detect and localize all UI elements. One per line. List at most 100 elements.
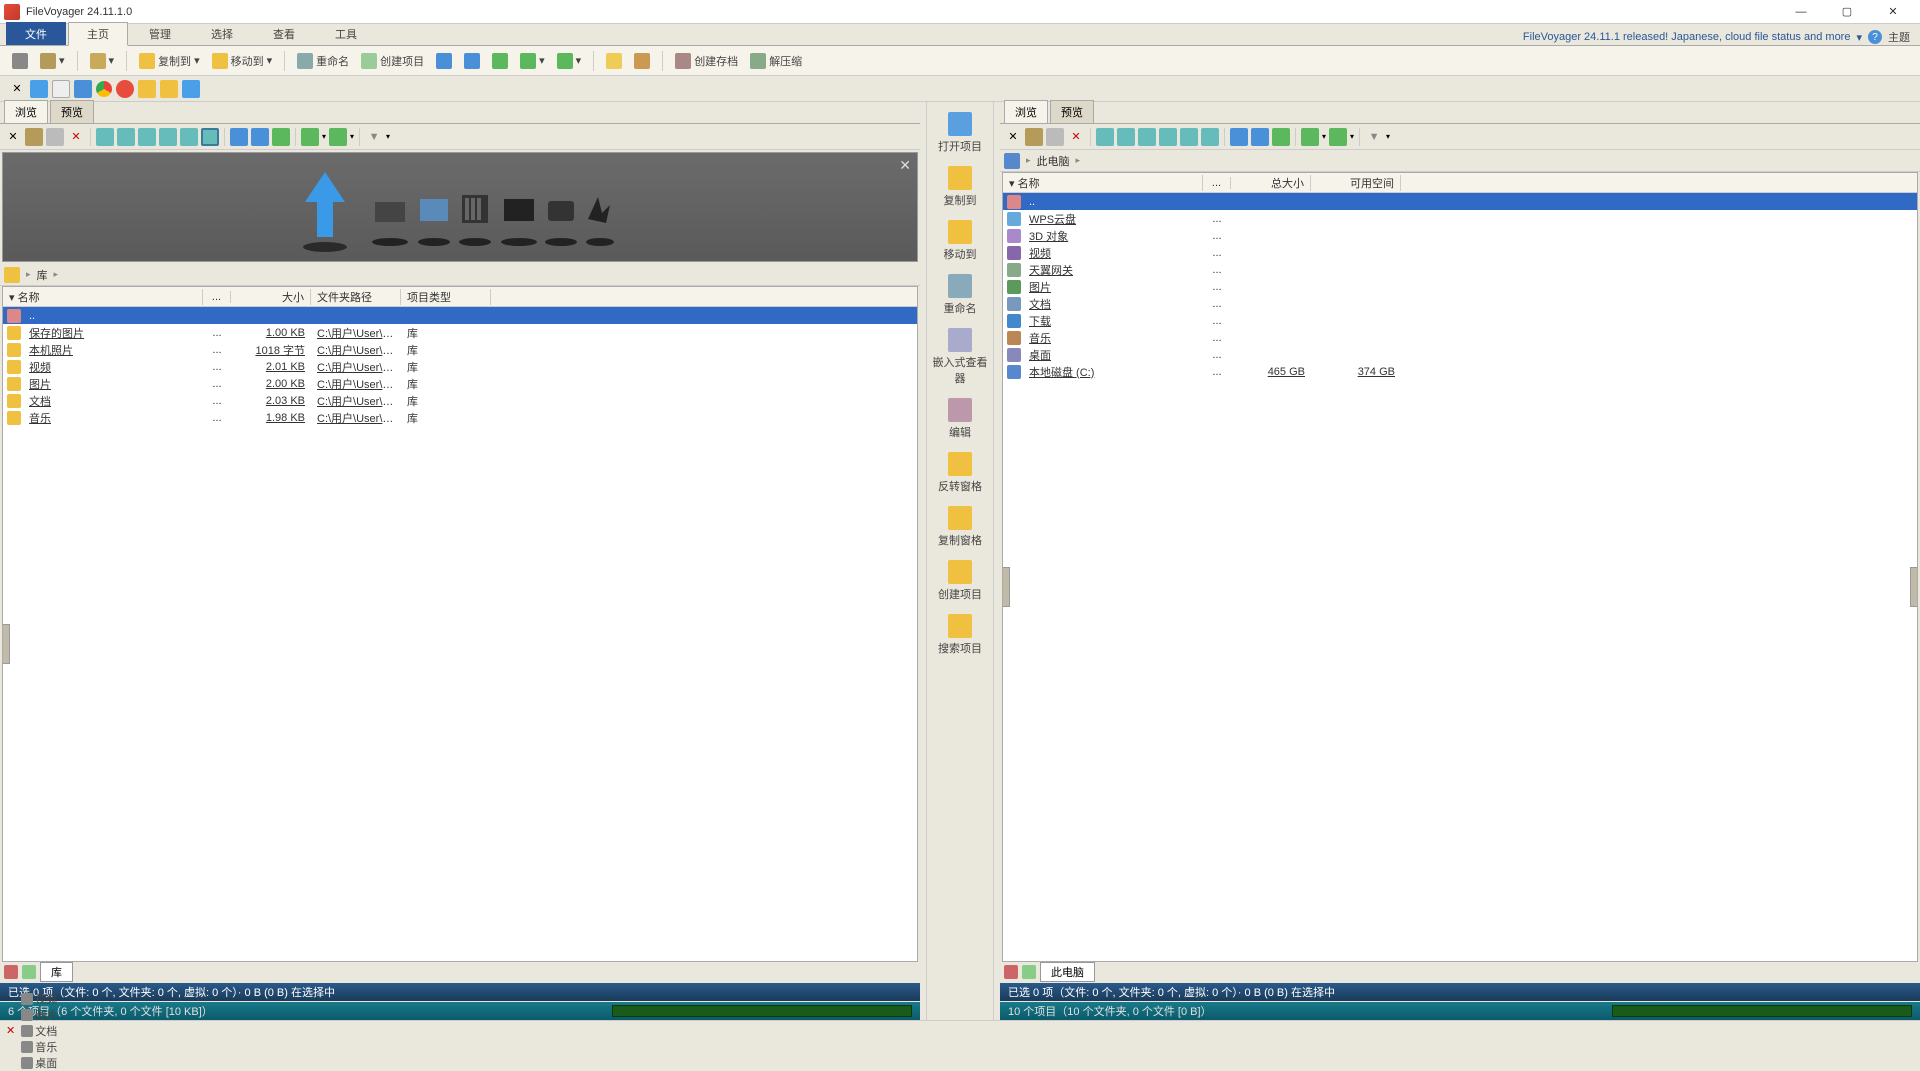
quick-chrome-icon[interactable] — [96, 81, 112, 97]
right-tab-preview[interactable]: 预览 — [1050, 100, 1094, 123]
copy-to-button[interactable]: 复制到▾ — [135, 51, 204, 71]
center-invert-panes[interactable]: 反转窗格 — [930, 448, 990, 498]
table-row[interactable]: 文档...2.03 KBC:\用户\User\Ap...库 — [3, 392, 917, 409]
table-row[interactable]: 本地磁盘 (C:)...465 GB374 GB — [1003, 363, 1917, 380]
quick-doc-icon[interactable] — [52, 80, 70, 98]
cut-button[interactable] — [8, 51, 32, 71]
quicklink[interactable]: 文档 — [21, 1023, 57, 1039]
left-location-tab[interactable]: 库 — [40, 962, 73, 982]
lt-filter-icon[interactable]: ▼ — [365, 128, 383, 146]
lt-view6-icon[interactable] — [201, 128, 219, 146]
table-row[interactable]: 天翼网关... — [1003, 261, 1917, 278]
tab-manage[interactable]: 管理 — [130, 22, 190, 45]
tab-file[interactable]: 文件 — [6, 22, 66, 45]
table-row[interactable]: 文档... — [1003, 295, 1917, 312]
lt-nav-first-icon[interactable] — [230, 128, 248, 146]
rt-nav-first-icon[interactable] — [1230, 128, 1248, 146]
quick-bluetooth-icon[interactable] — [182, 80, 200, 98]
copy-button[interactable]: ▾ — [36, 51, 69, 71]
nav-first-button[interactable] — [432, 51, 456, 71]
rt-delete-icon[interactable]: ✕ — [1067, 128, 1085, 146]
dropdown-icon[interactable]: ▾ — [1856, 31, 1862, 44]
paste-button[interactable]: ▾ — [86, 51, 119, 71]
table-row[interactable]: 视频... — [1003, 244, 1917, 261]
rt-nav-up-icon[interactable] — [1251, 128, 1269, 146]
right-expand-left-handle[interactable] — [1002, 567, 1010, 607]
nav-back-button[interactable]: ▾ — [516, 51, 549, 71]
rename-button[interactable]: 重命名 — [293, 51, 353, 71]
right-loc-add-icon[interactable] — [1022, 965, 1036, 979]
lt-copy-icon[interactable] — [25, 128, 43, 146]
quick-red-icon[interactable] — [116, 80, 134, 98]
lt-fwd-icon[interactable] — [329, 128, 347, 146]
quicklink[interactable]: 音乐 — [21, 1039, 57, 1055]
quick-close-icon[interactable]: ✕ — [8, 80, 26, 98]
left-breadcrumb[interactable]: ▸ 库 ▸ — [0, 264, 920, 286]
lt-view5-icon[interactable] — [180, 128, 198, 146]
center-duplicate-pane[interactable]: 复制窗格 — [930, 502, 990, 552]
maximize-button[interactable]: ▢ — [1824, 0, 1870, 24]
right-breadcrumb[interactable]: ▸ 此电脑 ▸ — [1000, 150, 1920, 172]
center-open-item[interactable]: 打开项目 — [930, 108, 990, 158]
col-path[interactable]: 文件夹路径 — [311, 289, 401, 305]
rt-back-icon[interactable] — [1301, 128, 1319, 146]
col-ellipsis[interactable]: ... — [203, 291, 231, 303]
quicklink[interactable]: 图片 — [21, 1007, 57, 1023]
rt-view2-icon[interactable] — [1117, 128, 1135, 146]
tab-view[interactable]: 查看 — [254, 22, 314, 45]
table-row[interactable]: 本机照片...1018 字节C:\用户\User\Ap...库 — [3, 341, 917, 358]
center-rename[interactable]: 重命名 — [930, 270, 990, 320]
create-item-button[interactable]: 创建项目 — [357, 51, 428, 71]
left-tab-browse[interactable]: 浏览 — [4, 100, 48, 123]
lt-refresh-icon[interactable] — [272, 128, 290, 146]
rt-view3-icon[interactable] — [1138, 128, 1156, 146]
col-size[interactable]: 大小 — [231, 289, 311, 305]
left-tab-preview[interactable]: 预览 — [50, 100, 94, 123]
move-to-button[interactable]: 移动到▾ — [208, 51, 277, 71]
rt-copy-icon[interactable] — [1025, 128, 1043, 146]
nav-up-button[interactable] — [460, 51, 484, 71]
quick-folder1-icon[interactable] — [30, 80, 48, 98]
center-move-to[interactable]: 移动到 — [930, 216, 990, 266]
rcol-free[interactable]: 可用空间 — [1311, 175, 1401, 191]
quick-edge-icon[interactable] — [74, 80, 92, 98]
right-location-tab[interactable]: 此电脑 — [1040, 962, 1095, 982]
table-row[interactable]: 音乐...1.98 KBC:\用户\User\Ap...库 — [3, 409, 917, 426]
lock-button[interactable] — [630, 51, 654, 71]
table-row[interactable]: 图片...2.00 KBC:\用户\User\Ap...库 — [3, 375, 917, 392]
rt-close-icon[interactable]: ✕ — [1004, 128, 1022, 146]
rt-view6-icon[interactable] — [1201, 128, 1219, 146]
rt-filter-icon[interactable]: ▼ — [1365, 128, 1383, 146]
create-archive-button[interactable]: 创建存档 — [671, 51, 742, 71]
rt-view4-icon[interactable] — [1159, 128, 1177, 146]
table-row[interactable]: 视频...2.01 KBC:\用户\User\Ap...库 — [3, 358, 917, 375]
quick-folder3-icon[interactable] — [160, 80, 178, 98]
lt-nav-up-icon[interactable] — [251, 128, 269, 146]
table-row[interactable]: 图片... — [1003, 278, 1917, 295]
center-create-item[interactable]: 创建项目 — [930, 556, 990, 606]
right-tab-browse[interactable]: 浏览 — [1004, 100, 1048, 123]
rt-fwd-icon[interactable] — [1329, 128, 1347, 146]
rt-paste-icon[interactable] — [1046, 128, 1064, 146]
lt-view4-icon[interactable] — [159, 128, 177, 146]
lt-close-icon[interactable]: ✕ — [4, 128, 22, 146]
table-row[interactable]: .. — [1003, 193, 1917, 210]
nav-forward-button[interactable]: ▾ — [553, 51, 586, 71]
table-row[interactable]: 保存的图片...1.00 KBC:\用户\User\Ap...库 — [3, 324, 917, 341]
table-row[interactable]: WPS云盘... — [1003, 210, 1917, 227]
left-loc-close-icon[interactable] — [4, 965, 18, 979]
help-icon[interactable]: ? — [1868, 30, 1882, 44]
table-row[interactable]: 桌面... — [1003, 346, 1917, 363]
table-row[interactable]: .. — [3, 307, 917, 324]
lt-view1-icon[interactable] — [96, 128, 114, 146]
tab-select[interactable]: 选择 — [192, 22, 252, 45]
left-loc-add-icon[interactable] — [22, 965, 36, 979]
left-expand-handle[interactable] — [2, 624, 10, 664]
release-notes-link[interactable]: FileVoyager 24.11.1 released! Japanese, … — [1523, 31, 1851, 43]
refresh-button[interactable] — [488, 51, 512, 71]
lt-view2-icon[interactable] — [117, 128, 135, 146]
center-copy-to[interactable]: 复制到 — [930, 162, 990, 212]
quicklink[interactable]: 桌面 — [21, 1055, 57, 1071]
table-row[interactable]: 下载... — [1003, 312, 1917, 329]
right-loc-close-icon[interactable] — [1004, 965, 1018, 979]
